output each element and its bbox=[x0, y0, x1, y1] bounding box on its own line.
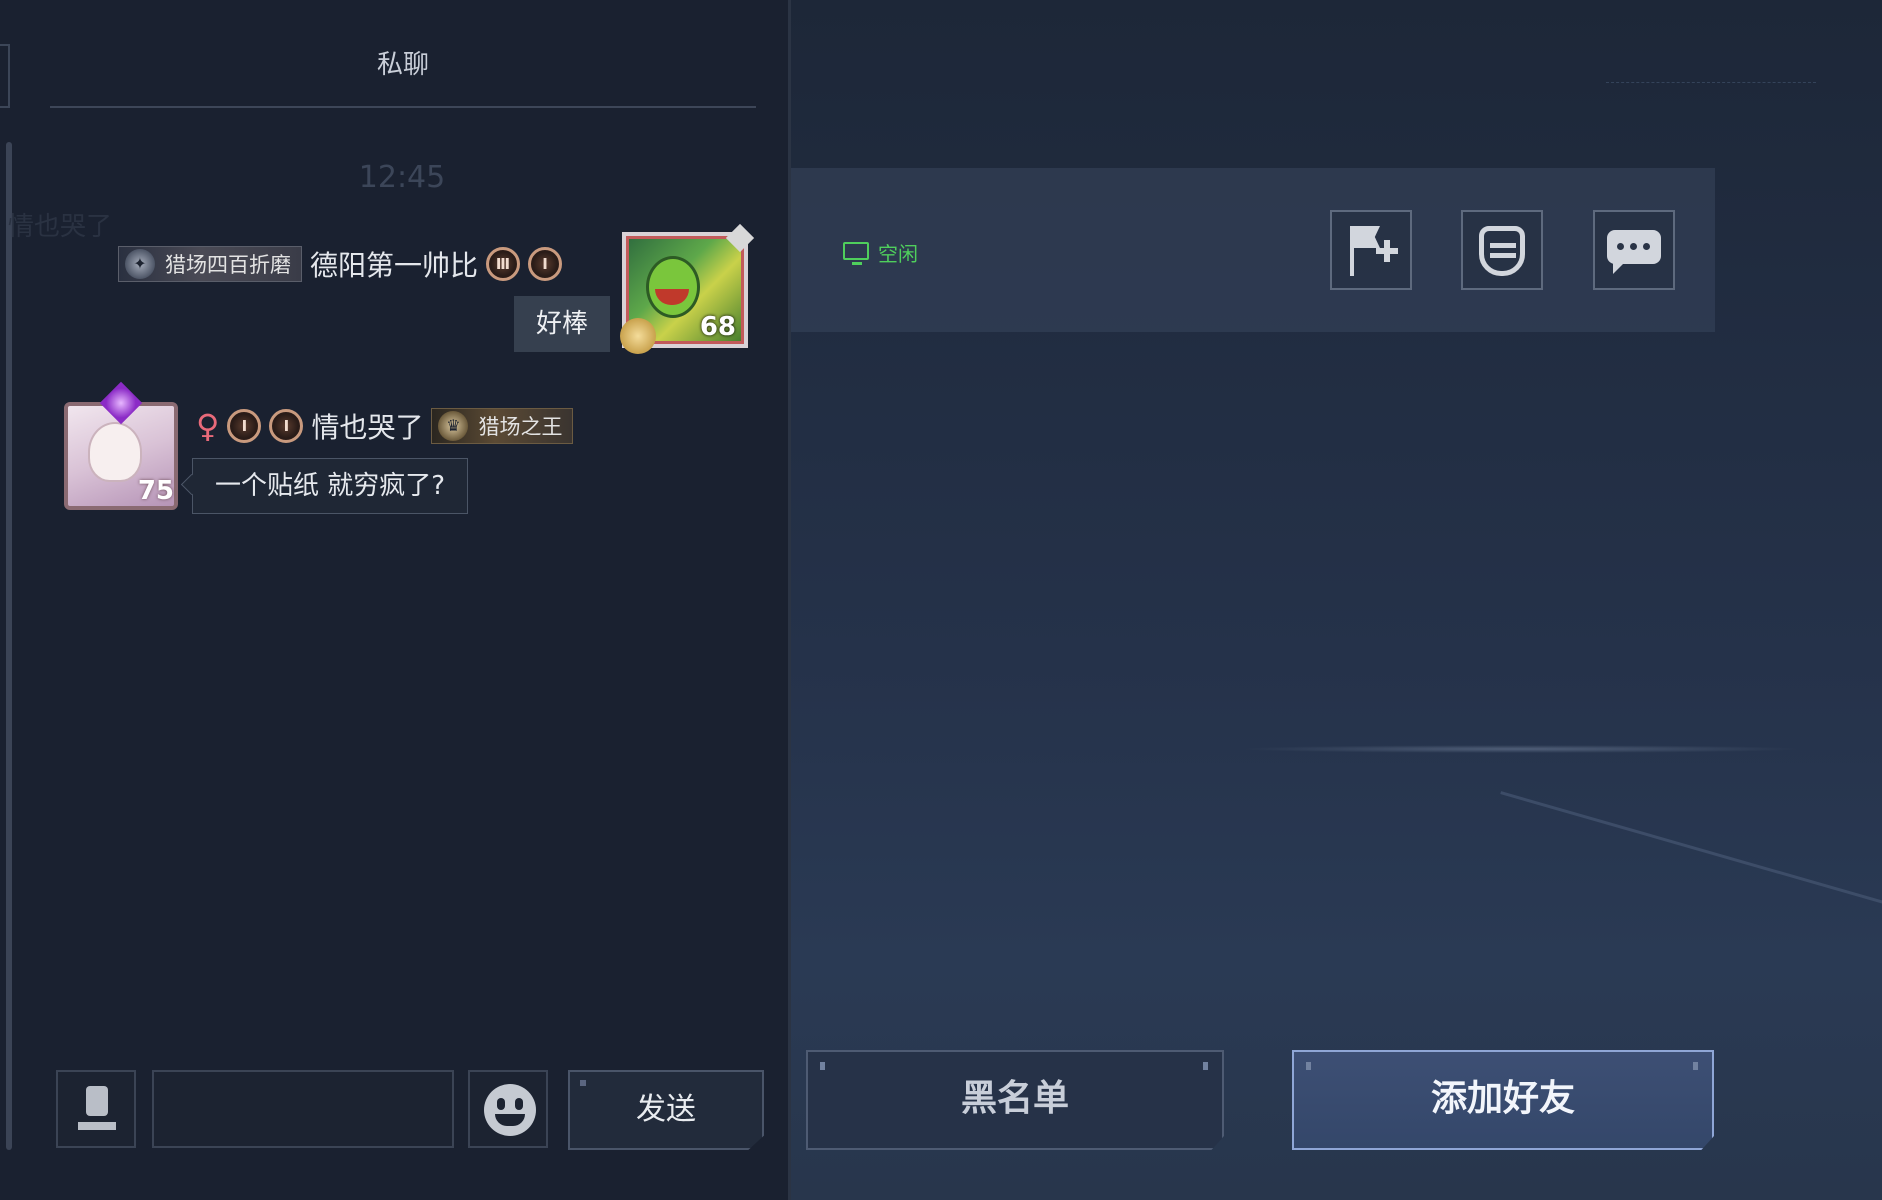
message-header-friend: ♀ I I 情也哭了 ♛ 猎场之王 bbox=[196, 406, 574, 446]
rank-badge-icon[interactable]: I bbox=[227, 409, 262, 443]
decor-tick bbox=[1693, 1062, 1698, 1070]
blacklist-button[interactable]: 黑名单 bbox=[806, 1050, 1224, 1150]
avatar[interactable]: 75 bbox=[58, 381, 184, 516]
background-streak bbox=[1500, 791, 1882, 932]
message-bubble[interactable]: 好棒 bbox=[514, 296, 611, 352]
add-friend-button-label: 添加好友 bbox=[1430, 1078, 1575, 1119]
title-badge[interactable]: ♛ 猎场之王 bbox=[431, 408, 574, 444]
message-header-self: ✦ 猎场四百折磨 德阳第一帅比 Ⅲ I bbox=[118, 244, 563, 284]
blacklist-button-label: 黑名单 bbox=[960, 1078, 1069, 1119]
online-status-label: 空闲 bbox=[878, 242, 918, 266]
sender-username[interactable]: 情也哭了 bbox=[311, 406, 423, 446]
add-friend-button[interactable]: 添加好友 bbox=[1292, 1050, 1714, 1150]
report-button[interactable] bbox=[1330, 210, 1412, 290]
decor-tick bbox=[1306, 1062, 1311, 1070]
profile-status-bar bbox=[791, 168, 1715, 332]
background-glow bbox=[1241, 745, 1801, 753]
message-timestamp: 12:45 bbox=[358, 160, 446, 195]
title-badge-label: 猎场之王 bbox=[478, 415, 563, 439]
frame-corner-icon bbox=[725, 223, 755, 253]
smiley-icon bbox=[484, 1084, 536, 1136]
background-deco bbox=[1606, 82, 1816, 107]
badge-emblem-icon: ♛ bbox=[438, 411, 469, 441]
faded-previous-name: 情也哭了 bbox=[8, 212, 113, 242]
avatar-level: 75 bbox=[137, 476, 174, 506]
avatar-portrait bbox=[88, 422, 142, 482]
frame-flower-icon bbox=[620, 318, 656, 354]
message-input[interactable] bbox=[152, 1070, 454, 1148]
title-badge-label: 猎场四百折磨 bbox=[165, 253, 291, 277]
plus-icon bbox=[1376, 240, 1398, 262]
decor-tick bbox=[1203, 1062, 1208, 1070]
gift-button[interactable] bbox=[1461, 210, 1543, 290]
rank-badge-icon[interactable]: I bbox=[528, 247, 563, 281]
rank-badge-icon[interactable]: Ⅲ bbox=[486, 247, 521, 281]
decor-tick bbox=[580, 1080, 586, 1086]
message-bubble[interactable]: 一个贴纸 就穷疯了? bbox=[192, 458, 469, 514]
decor-tick bbox=[820, 1062, 825, 1070]
title-divider bbox=[50, 106, 756, 108]
avatar-portrait bbox=[646, 256, 700, 318]
female-icon: ♀ bbox=[196, 407, 220, 445]
send-button-label: 发送 bbox=[636, 1092, 696, 1127]
sender-username[interactable]: 德阳第一帅比 bbox=[310, 244, 478, 284]
microphone-icon bbox=[78, 1086, 116, 1130]
monitor-icon bbox=[843, 242, 869, 265]
rank-badge-icon[interactable]: I bbox=[269, 409, 304, 443]
avatar[interactable]: 68 bbox=[620, 223, 755, 354]
chat-scrollbar[interactable] bbox=[6, 142, 12, 1150]
emoji-button[interactable] bbox=[468, 1070, 548, 1148]
badge-emblem-icon: ✦ bbox=[125, 249, 155, 279]
voice-button[interactable] bbox=[56, 1070, 136, 1148]
private-chat-panel: 私聊 12:45 情也哭了 ✦ 猎场四百折磨 德阳第一帅比 Ⅲ I 68 好棒 … bbox=[0, 0, 790, 1200]
speech-bubble-icon bbox=[1607, 230, 1661, 264]
avatar-level: 68 bbox=[699, 312, 736, 342]
collapse-tab[interactable] bbox=[0, 44, 10, 108]
title-badge[interactable]: ✦ 猎场四百折磨 bbox=[118, 246, 302, 282]
chat-button[interactable] bbox=[1593, 210, 1675, 290]
gift-icon bbox=[1479, 226, 1525, 276]
chat-title: 私聊 bbox=[376, 50, 429, 80]
send-button[interactable]: 发送 bbox=[568, 1070, 764, 1150]
flag-icon bbox=[1350, 226, 1354, 276]
